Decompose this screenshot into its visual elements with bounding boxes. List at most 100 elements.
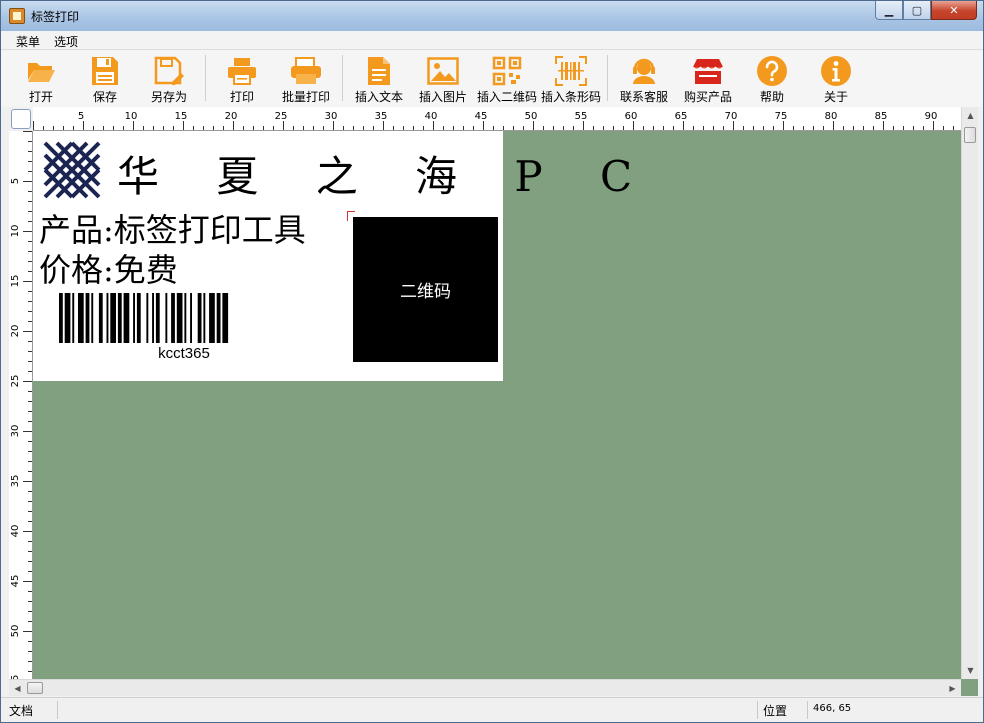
printer-icon	[226, 55, 258, 87]
buy-product-label: 购买产品	[683, 90, 732, 104]
barcode-bar	[209, 293, 215, 343]
status-position-label: 位置	[763, 704, 788, 718]
barcode-bar	[203, 293, 206, 343]
barcode-bar	[98, 293, 103, 343]
image-icon	[427, 55, 459, 87]
horizontal-scrollbar[interactable]: ◀ ▶	[9, 679, 961, 696]
menu-item-menu[interactable]: 菜单	[9, 31, 47, 49]
barcode-bars	[59, 293, 229, 343]
save-label: 保存	[92, 90, 117, 104]
toolbar: 打开 保存 另存为 打印 批量打印 插入文本 插入图片 插入二维码 插入条形码 …	[1, 50, 983, 107]
open-label: 打开	[28, 90, 53, 104]
vertical-ruler-ticks: 510152025303540455055	[10, 131, 32, 679]
ruler-label: 40	[10, 525, 21, 538]
barcode-bar	[190, 293, 192, 343]
toolbar-separator	[342, 55, 343, 101]
barcode-bar	[78, 293, 84, 343]
about-button[interactable]: 关于	[804, 50, 868, 106]
insert-image-button[interactable]: 插入图片	[411, 50, 475, 106]
status-divider	[807, 701, 808, 719]
barcode-bar	[155, 293, 160, 343]
ruler-label: 85	[875, 111, 888, 122]
save-as-button[interactable]: 另存为	[137, 50, 201, 106]
save-button[interactable]: 保存	[73, 50, 137, 106]
save-as-icon	[153, 55, 185, 87]
customer-service-icon	[628, 55, 660, 87]
ruler-label: 75	[775, 111, 788, 122]
barcode-bar	[171, 293, 175, 343]
maximize-button[interactable]: ▢	[903, 1, 931, 20]
save-as-label: 另存为	[150, 90, 187, 104]
qr-code-icon	[491, 55, 523, 87]
about-label: 关于	[823, 90, 848, 104]
status-position-value: 466, 65	[813, 703, 852, 714]
scroll-down-button[interactable]: ▼	[962, 662, 979, 679]
minimize-button[interactable]: ▁	[875, 1, 903, 20]
menu-bar: 菜单 选项	[1, 31, 983, 50]
barcode-bar	[197, 293, 202, 343]
vertical-scroll-thumb[interactable]	[964, 127, 976, 143]
barcode-bar	[133, 293, 135, 343]
barcode-caption: kcct365	[158, 345, 210, 362]
barcode-bar	[146, 293, 149, 343]
menu-item-options[interactable]: 选项	[47, 31, 85, 49]
save-icon	[89, 55, 121, 87]
ruler-label: 65	[675, 111, 688, 122]
ruler-label: 45	[475, 111, 488, 122]
app-window: 标签打印 ▁ ▢ ✕ 菜单 选项 打开 保存 另存为 打印 批量打印 插入文本 …	[0, 0, 984, 723]
customer-service-button[interactable]: 联系客服	[612, 50, 676, 106]
window-title: 标签打印	[31, 10, 80, 24]
barcode-bar	[165, 293, 168, 343]
scroll-right-button[interactable]: ▶	[944, 680, 961, 697]
insert-barcode-button[interactable]: 插入条形码	[539, 50, 603, 106]
qr-code-caption: 二维码	[400, 282, 451, 302]
ruler-label: 5	[10, 178, 21, 184]
ruler-label: 55	[575, 111, 588, 122]
insert-qr-label: 插入二维码	[476, 90, 537, 104]
folder-open-icon	[25, 55, 57, 87]
barcode-bar	[123, 293, 130, 343]
toolbar-separator	[607, 55, 608, 101]
horizontal-ruler: 5 10 15 20 25 30 35 40 45 50 55 60 65 70 75 80 85 90	[33, 107, 961, 131]
ruler-label: 45	[10, 575, 21, 588]
ruler-label: 30	[325, 111, 338, 122]
ruler-label: 50	[525, 111, 538, 122]
ruler-corner-button[interactable]	[11, 109, 31, 129]
ruler-label: 15	[175, 111, 188, 122]
label-canvas[interactable]: 华 夏 之 海 P C 产品:标签打印工具 价格:免费 kcct365 二维码	[33, 131, 632, 381]
help-button[interactable]: 帮助	[740, 50, 804, 106]
buy-product-button[interactable]: 购买产品	[676, 50, 740, 106]
ruler-label: 80	[825, 111, 838, 122]
print-button[interactable]: 打印	[210, 50, 274, 106]
title-bar[interactable]: 标签打印 ▁ ▢ ✕	[1, 1, 983, 31]
insert-text-button[interactable]: 插入文本	[347, 50, 411, 106]
brand-logo[interactable]	[43, 141, 101, 199]
brand-name-text[interactable]: 华 夏 之 海 P C	[117, 143, 654, 204]
customer-service-label: 联系客服	[619, 90, 668, 104]
ruler-label: 15	[10, 275, 21, 288]
vertical-scrollbar[interactable]: ▲ ▼	[961, 107, 978, 679]
barcode-bar	[72, 293, 75, 343]
design-workspace[interactable]: 华 夏 之 海 P C 产品:标签打印工具 价格:免费 kcct365 二维码	[33, 131, 961, 679]
insert-text-label: 插入文本	[354, 90, 403, 104]
qr-code-element[interactable]: 二维码	[353, 217, 498, 362]
status-divider	[57, 701, 58, 719]
help-icon	[756, 55, 788, 87]
batch-print-button[interactable]: 批量打印	[274, 50, 338, 106]
barcode-bar	[152, 293, 154, 343]
barcode-bar	[222, 293, 229, 343]
ruler-label: 60	[625, 111, 638, 122]
open-button[interactable]: 打开	[9, 50, 73, 106]
ruler-label: 90	[925, 111, 938, 122]
barcode-bar	[64, 293, 71, 343]
insert-qr-button[interactable]: 插入二维码	[475, 50, 539, 106]
ruler-label: 35	[375, 111, 388, 122]
scroll-left-button[interactable]: ◀	[9, 680, 26, 697]
scroll-up-button[interactable]: ▲	[962, 107, 979, 124]
ruler-label: 35	[10, 475, 21, 488]
ruler-label: 70	[725, 111, 738, 122]
horizontal-scroll-thumb[interactable]	[27, 682, 43, 694]
price-text[interactable]: 价格:免费	[39, 245, 178, 291]
barcode-element[interactable]	[59, 293, 309, 343]
close-button[interactable]: ✕	[931, 1, 977, 20]
